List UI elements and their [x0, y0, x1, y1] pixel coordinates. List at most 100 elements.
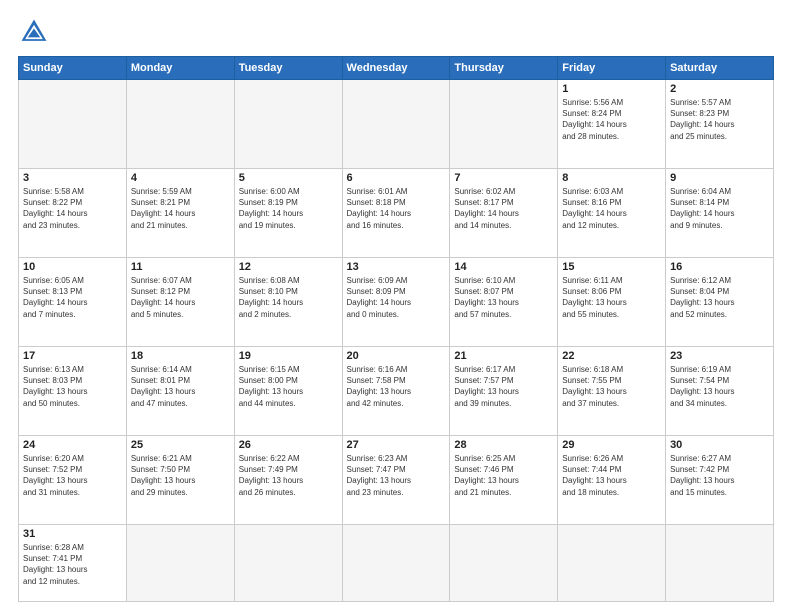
calendar-cell: 9Sunrise: 6:04 AM Sunset: 8:14 PM Daylig…	[666, 169, 774, 258]
calendar-cell: 18 Sunrise: 6:14 AM Sunset: 8:01 PM Dayli…	[126, 347, 234, 436]
day-number: 16	[670, 261, 769, 273]
day-info: Sunrise: 6:00 AM Sunset: 8:19 PM Dayligh…	[239, 186, 338, 231]
calendar-table: SundayMondayTuesdayWednesdayThursdayFrid…	[18, 56, 774, 602]
day-header-tuesday: Tuesday	[234, 57, 342, 80]
day-number: 22	[562, 350, 661, 362]
calendar-cell	[558, 525, 666, 602]
calendar-cell: 17 Sunrise: 6:13 AM Sunset: 8:03 PM Dayli…	[19, 347, 127, 436]
day-info: Sunrise: 6:18 AM Sunset: 7:55 PM Dayligh…	[562, 364, 661, 409]
logo-icon	[18, 16, 50, 48]
calendar-week-5: 31 Sunrise: 6:28 AM Sunset: 7:41 PM Dayli…	[19, 525, 774, 602]
calendar-week-4: 24 Sunrise: 6:20 AM Sunset: 7:52 PM Dayli…	[19, 436, 774, 525]
day-number: 24	[23, 439, 122, 451]
day-info: Sunrise: 5:58 AM Sunset: 8:22 PM Dayligh…	[23, 186, 122, 231]
day-info: Sunrise: 6:20 AM Sunset: 7:52 PM Dayligh…	[23, 453, 122, 498]
day-header-thursday: Thursday	[450, 57, 558, 80]
day-header-saturday: Saturday	[666, 57, 774, 80]
calendar-cell: 13 Sunrise: 6:09 AM Sunset: 8:09 PM Dayli…	[342, 258, 450, 347]
day-info: Sunrise: 6:09 AM Sunset: 8:09 PM Dayligh…	[347, 275, 446, 320]
calendar-cell	[19, 80, 127, 169]
day-info: Sunrise: 6:22 AM Sunset: 7:49 PM Dayligh…	[239, 453, 338, 498]
calendar-header-row: SundayMondayTuesdayWednesdayThursdayFrid…	[19, 57, 774, 80]
day-number: 17	[23, 350, 122, 362]
calendar-cell: 1 Sunrise: 5:56 AM Sunset: 8:24 PM Daylig…	[558, 80, 666, 169]
day-number: 23	[670, 350, 769, 362]
calendar-cell: 24 Sunrise: 6:20 AM Sunset: 7:52 PM Dayli…	[19, 436, 127, 525]
day-info: Sunrise: 6:12 AM Sunset: 8:04 PM Dayligh…	[670, 275, 769, 320]
calendar-cell	[666, 525, 774, 602]
calendar-cell: 28 Sunrise: 6:25 AM Sunset: 7:46 PM Dayli…	[450, 436, 558, 525]
calendar-cell: 22 Sunrise: 6:18 AM Sunset: 7:55 PM Dayli…	[558, 347, 666, 436]
day-number: 26	[239, 439, 338, 451]
day-number: 31	[23, 528, 122, 540]
day-number: 11	[131, 261, 230, 273]
day-info: Sunrise: 6:07 AM Sunset: 8:12 PM Dayligh…	[131, 275, 230, 320]
calendar-cell: 21 Sunrise: 6:17 AM Sunset: 7:57 PM Dayli…	[450, 347, 558, 436]
day-header-friday: Friday	[558, 57, 666, 80]
day-number: 1	[562, 83, 661, 95]
calendar-cell	[342, 80, 450, 169]
day-info: Sunrise: 6:01 AM Sunset: 8:18 PM Dayligh…	[347, 186, 446, 231]
calendar-cell: 7Sunrise: 6:02 AM Sunset: 8:17 PM Daylig…	[450, 169, 558, 258]
calendar-cell: 11 Sunrise: 6:07 AM Sunset: 8:12 PM Dayli…	[126, 258, 234, 347]
day-info: Sunrise: 5:57 AM Sunset: 8:23 PM Dayligh…	[670, 97, 769, 142]
day-number: 3	[23, 172, 122, 184]
day-number: 25	[131, 439, 230, 451]
day-info: Sunrise: 6:10 AM Sunset: 8:07 PM Dayligh…	[454, 275, 553, 320]
day-header-monday: Monday	[126, 57, 234, 80]
calendar-cell: 14Sunrise: 6:10 AM Sunset: 8:07 PM Dayli…	[450, 258, 558, 347]
calendar-cell: 19 Sunrise: 6:15 AM Sunset: 8:00 PM Dayli…	[234, 347, 342, 436]
calendar-cell	[126, 80, 234, 169]
calendar-week-0: 1 Sunrise: 5:56 AM Sunset: 8:24 PM Daylig…	[19, 80, 774, 169]
calendar-cell	[450, 525, 558, 602]
calendar-cell: 31 Sunrise: 6:28 AM Sunset: 7:41 PM Dayli…	[19, 525, 127, 602]
day-number: 21	[454, 350, 553, 362]
calendar-cell: 8Sunrise: 6:03 AM Sunset: 8:16 PM Daylig…	[558, 169, 666, 258]
day-info: Sunrise: 5:59 AM Sunset: 8:21 PM Dayligh…	[131, 186, 230, 231]
day-info: Sunrise: 6:17 AM Sunset: 7:57 PM Dayligh…	[454, 364, 553, 409]
day-info: Sunrise: 6:23 AM Sunset: 7:47 PM Dayligh…	[347, 453, 446, 498]
calendar-cell: 4 Sunrise: 5:59 AM Sunset: 8:21 PM Daylig…	[126, 169, 234, 258]
calendar-cell: 20Sunrise: 6:16 AM Sunset: 7:58 PM Dayli…	[342, 347, 450, 436]
day-number: 28	[454, 439, 553, 451]
calendar-cell: 27Sunrise: 6:23 AM Sunset: 7:47 PM Dayli…	[342, 436, 450, 525]
calendar-week-2: 10 Sunrise: 6:05 AM Sunset: 8:13 PM Dayli…	[19, 258, 774, 347]
calendar-cell	[126, 525, 234, 602]
calendar-week-1: 3 Sunrise: 5:58 AM Sunset: 8:22 PM Daylig…	[19, 169, 774, 258]
day-number: 4	[131, 172, 230, 184]
day-info: Sunrise: 6:02 AM Sunset: 8:17 PM Dayligh…	[454, 186, 553, 231]
day-number: 13	[347, 261, 446, 273]
day-info: Sunrise: 6:21 AM Sunset: 7:50 PM Dayligh…	[131, 453, 230, 498]
day-info: Sunrise: 6:27 AM Sunset: 7:42 PM Dayligh…	[670, 453, 769, 498]
calendar-cell	[342, 525, 450, 602]
day-number: 10	[23, 261, 122, 273]
day-info: Sunrise: 6:14 AM Sunset: 8:01 PM Dayligh…	[131, 364, 230, 409]
day-info: Sunrise: 6:28 AM Sunset: 7:41 PM Dayligh…	[23, 542, 122, 587]
day-info: Sunrise: 6:05 AM Sunset: 8:13 PM Dayligh…	[23, 275, 122, 320]
day-info: Sunrise: 6:26 AM Sunset: 7:44 PM Dayligh…	[562, 453, 661, 498]
calendar-cell: 10 Sunrise: 6:05 AM Sunset: 8:13 PM Dayli…	[19, 258, 127, 347]
calendar-cell: 30 Sunrise: 6:27 AM Sunset: 7:42 PM Dayli…	[666, 436, 774, 525]
calendar-cell: 12Sunrise: 6:08 AM Sunset: 8:10 PM Dayli…	[234, 258, 342, 347]
day-info: Sunrise: 6:04 AM Sunset: 8:14 PM Dayligh…	[670, 186, 769, 231]
day-number: 20	[347, 350, 446, 362]
day-info: Sunrise: 6:25 AM Sunset: 7:46 PM Dayligh…	[454, 453, 553, 498]
day-info: Sunrise: 6:13 AM Sunset: 8:03 PM Dayligh…	[23, 364, 122, 409]
day-number: 30	[670, 439, 769, 451]
day-number: 5	[239, 172, 338, 184]
day-number: 19	[239, 350, 338, 362]
day-number: 29	[562, 439, 661, 451]
calendar-cell: 26 Sunrise: 6:22 AM Sunset: 7:49 PM Dayli…	[234, 436, 342, 525]
header	[18, 16, 774, 48]
calendar-cell: 15Sunrise: 6:11 AM Sunset: 8:06 PM Dayli…	[558, 258, 666, 347]
calendar-cell	[234, 525, 342, 602]
calendar-cell: 25 Sunrise: 6:21 AM Sunset: 7:50 PM Dayli…	[126, 436, 234, 525]
calendar-cell: 23Sunrise: 6:19 AM Sunset: 7:54 PM Dayli…	[666, 347, 774, 436]
day-info: Sunrise: 5:56 AM Sunset: 8:24 PM Dayligh…	[562, 97, 661, 142]
day-header-wednesday: Wednesday	[342, 57, 450, 80]
calendar-cell	[234, 80, 342, 169]
day-number: 18	[131, 350, 230, 362]
calendar-cell: 29 Sunrise: 6:26 AM Sunset: 7:44 PM Dayli…	[558, 436, 666, 525]
day-info: Sunrise: 6:15 AM Sunset: 8:00 PM Dayligh…	[239, 364, 338, 409]
day-info: Sunrise: 6:08 AM Sunset: 8:10 PM Dayligh…	[239, 275, 338, 320]
